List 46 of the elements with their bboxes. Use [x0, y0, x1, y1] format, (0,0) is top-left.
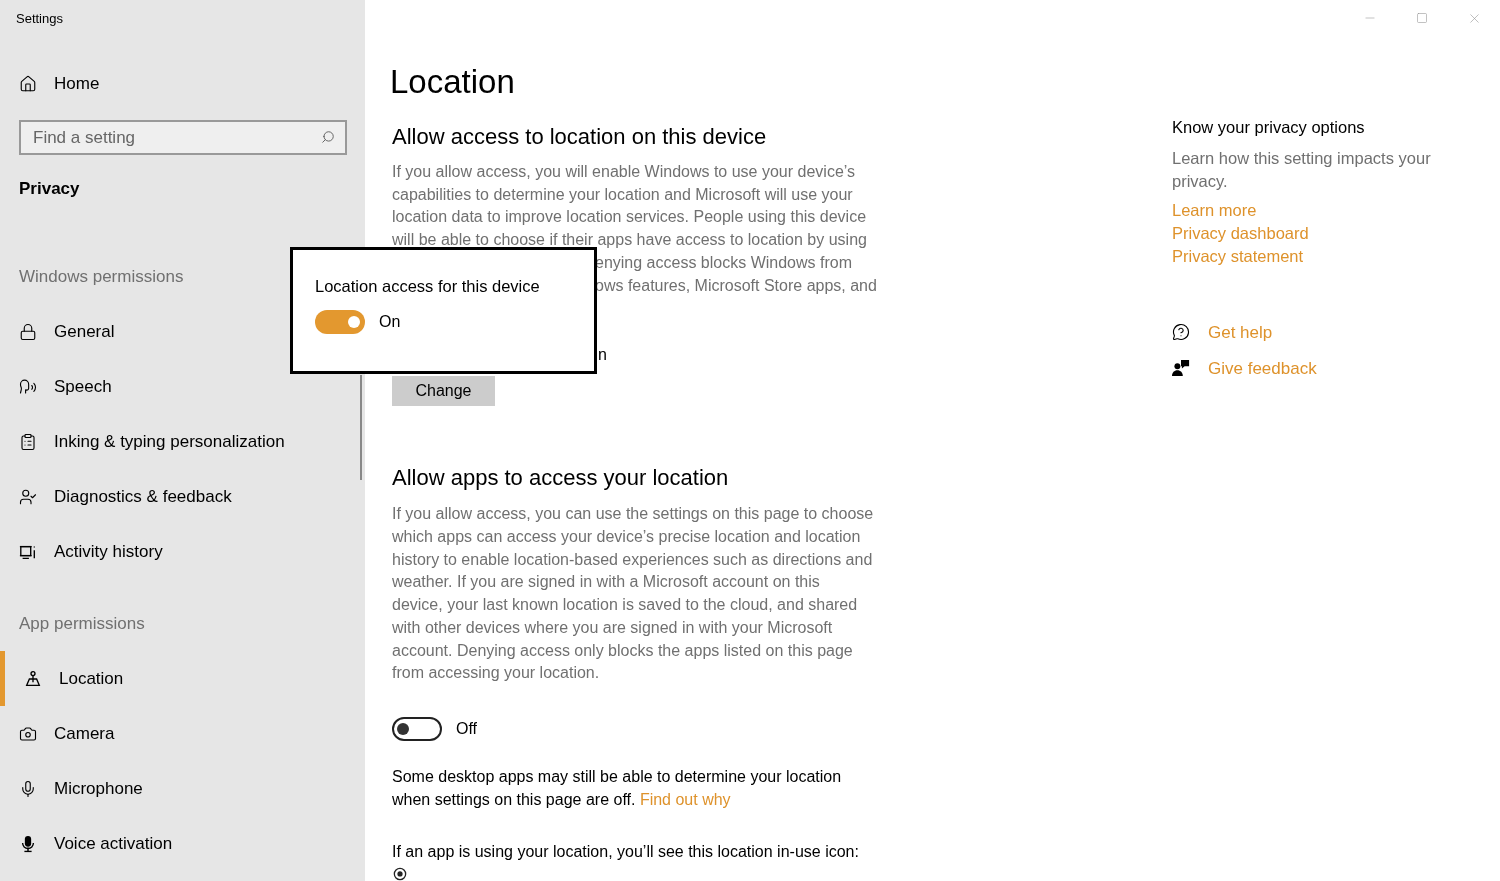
- popup-title: Location access for this device: [315, 276, 540, 297]
- covered-text: enying access blocks Windows from: [595, 252, 852, 273]
- nav-item[interactable]: Diagnostics & feedback: [0, 469, 365, 524]
- microphone-icon: [19, 779, 37, 798]
- search-field[interactable]: Find a setting: [19, 120, 347, 155]
- nav-item[interactable]: General: [0, 304, 365, 359]
- group-heading: App permissions: [19, 613, 145, 635]
- aside-heading: Know your privacy options: [1172, 117, 1366, 138]
- aside-text: Learn how this setting impacts your privacy.: [1172, 148, 1432, 192]
- nav-item[interactable]: Camera: [0, 706, 365, 761]
- nav-item[interactable]: Microphone: [0, 761, 365, 816]
- location-in-use-icon: [392, 867, 408, 881]
- note-text: Some desktop apps may still be able to determine your location when settings on this page are off. Find out why: [392, 767, 843, 810]
- toggle-state-label: On: [379, 312, 401, 332]
- page-title: Location: [390, 62, 516, 102]
- question-bubble-icon: [1172, 323, 1190, 342]
- toggle-switch[interactable]: [392, 717, 442, 741]
- search-icon: [321, 130, 335, 144]
- section-description: If you allow access, you can use the settings on this page to choose which apps can access your device’s precise location and location history to enable location-based experiences such as directions and weather. If you are signed in with a Microsoft account on this device, your last known location is saved to the cloud, and shared with other devices where you are signed in with your Microsoft account. Denying access only blocks the apps listed on this page from accessing your location.: [392, 504, 875, 684]
- group-heading: Windows permissions: [19, 266, 184, 288]
- scrollbar[interactable]: [360, 375, 362, 480]
- toggle-switch[interactable]: [315, 310, 365, 334]
- home-nav-item[interactable]: Home: [0, 56, 365, 111]
- change-button[interactable]: Change: [392, 375, 495, 407]
- in-use-text: If an app is using your location, you’ll see this location in-use icon:: [392, 842, 860, 863]
- speaking-person-icon: [19, 377, 37, 396]
- nav-item[interactable]: Location: [0, 651, 365, 706]
- nav-item[interactable]: Inking & typing personalization: [0, 414, 365, 469]
- section-heading: Allow access to location on this device: [392, 124, 768, 150]
- nav-item[interactable]: Voice activation: [0, 816, 365, 871]
- microphone-icon: [19, 834, 37, 853]
- section-title: Privacy: [19, 178, 80, 200]
- section-heading: Allow apps to access your location: [392, 465, 730, 492]
- maximize-icon: [1416, 12, 1428, 24]
- toggle-state-label: Off: [456, 719, 478, 739]
- lock-icon: [19, 322, 37, 341]
- nav-item[interactable]: Activity history: [0, 524, 365, 579]
- covered-text: n: [598, 345, 607, 366]
- clipboard-icon: [19, 432, 37, 451]
- person-check-icon: [19, 487, 37, 506]
- person-feedback-icon: [1172, 359, 1190, 378]
- house-icon: [19, 74, 37, 93]
- camera-icon: [19, 724, 37, 743]
- window-title: Settings: [16, 11, 64, 27]
- map-pin-person-icon: [24, 669, 42, 688]
- nav-item[interactable]: Speech: [0, 359, 365, 414]
